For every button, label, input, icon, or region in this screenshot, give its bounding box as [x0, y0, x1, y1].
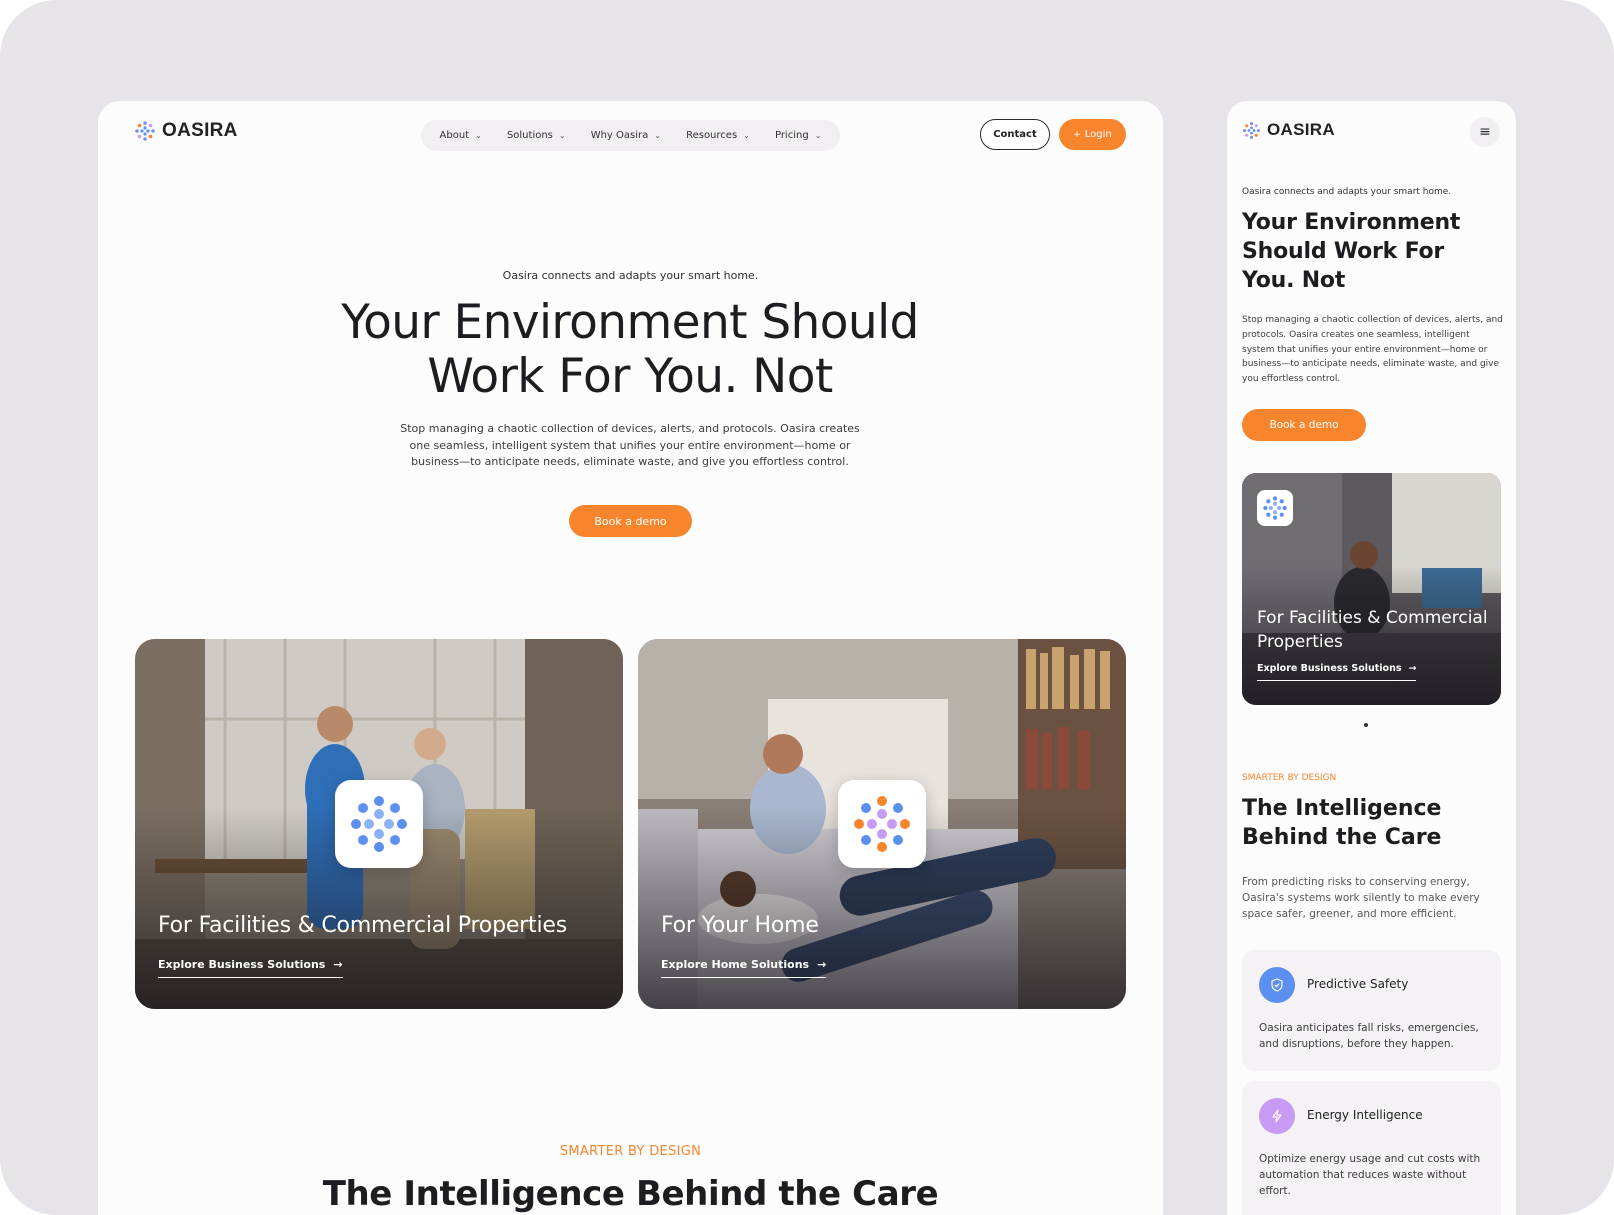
nav-label: Why Oasira: [590, 130, 649, 141]
oasira-color-icon: [854, 796, 910, 852]
section-eyebrow: SMARTER BY DESIGN: [559, 1144, 702, 1159]
explore-business-link[interactable]: Explore Business Solutions →: [158, 958, 343, 978]
nav-item-solutions[interactable]: Solutions ⌄: [507, 130, 566, 141]
hero-description: Stop managing a chaotic collection of de…: [1242, 315, 1503, 385]
feature-text: Oasira anticipates fall risks, emergenci…: [1259, 1022, 1479, 1050]
card-title: For Facilities & Commercial Properties: [158, 913, 567, 938]
link-label: Explore Home Solutions: [661, 958, 810, 971]
hero-title: Your Environment Should Work For You. No…: [1242, 210, 1461, 293]
nav-label: Pricing: [774, 130, 809, 141]
oasira-blue-icon: [351, 796, 407, 852]
app-tile: [1257, 490, 1293, 526]
feature-title: Predictive Safety: [1307, 977, 1409, 991]
nav-label: About: [439, 130, 470, 141]
login-button[interactable]: + Login: [1059, 119, 1126, 150]
nav-label: Solutions: [506, 130, 553, 141]
chevron-down-icon: ⌄: [814, 131, 822, 140]
card-title: For Facilities & Commercial Properties: [1257, 608, 1488, 652]
section-eyebrow: SMARTER BY DESIGN: [1242, 773, 1337, 783]
mobile-page: OASIRA ≡ Oasira connects and adapts your…: [1227, 101, 1516, 1215]
chevron-down-icon: ⌄: [654, 131, 661, 140]
hero-eyebrow: Oasira connects and adapts your smart ho…: [1242, 187, 1452, 197]
feature-text: Optimize energy usage and cut costs with…: [1259, 1153, 1481, 1197]
hero-description: Stop managing a chaotic collection of de…: [400, 422, 860, 468]
brand-wordmark: OASIRA: [1267, 120, 1335, 139]
login-label: Login: [1084, 129, 1112, 140]
feature-title: Energy Intelligence: [1307, 1108, 1423, 1122]
nav-item-about[interactable]: About ⌄: [440, 130, 482, 141]
section-description: From predicting risks to conserving ener…: [1242, 876, 1480, 920]
bolt-icon: [1259, 1098, 1295, 1134]
nav-item-resources[interactable]: Resources ⌄: [686, 130, 750, 141]
feature-card-predictive-safety: Predictive Safety Oasira anticipates fal…: [1242, 950, 1501, 1071]
book-demo-button[interactable]: Book a demo: [569, 505, 692, 537]
brand-wordmark: OASIRA: [162, 120, 238, 141]
main-nav: About ⌄ Solutions ⌄ Why Oasira ⌄ Resources ⌄…: [421, 120, 840, 151]
arrow-right-icon: →: [817, 958, 827, 971]
section-title: The Intelligence Behind the Care: [1242, 796, 1442, 850]
showcase-canvas: OASIRA About ⌄ Solutions ⌄ Why Oasira ⌄ Res…: [0, 0, 1614, 1215]
contact-button[interactable]: Contact: [980, 119, 1050, 150]
nav-label: Resources: [686, 130, 738, 141]
hero-title: Your Environment Should Work For You. No…: [341, 295, 919, 404]
nav-item-pricing[interactable]: Pricing ⌄: [775, 130, 821, 141]
home-card[interactable]: For Your Home Explore Home Solutions →: [638, 639, 1126, 1009]
carousel-dot[interactable]: [1364, 723, 1368, 727]
oasira-blue-icon: [1263, 496, 1287, 520]
feature-card-energy-intelligence: Energy Intelligence Optimize energy usag…: [1242, 1081, 1501, 1215]
hamburger-menu-icon[interactable]: ≡: [1470, 117, 1500, 147]
chevron-down-icon: ⌄: [475, 131, 482, 140]
logo-mark-icon: [135, 121, 155, 141]
explore-business-link[interactable]: Explore Business Solutions →: [1257, 663, 1417, 681]
app-tile: [335, 780, 423, 868]
arrow-right-icon: →: [333, 958, 343, 971]
hero-eyebrow: Oasira connects and adapts your smart ho…: [502, 269, 759, 282]
brand-logo[interactable]: OASIRA: [134, 120, 238, 142]
logo-mark-icon: [1243, 121, 1260, 139]
chevron-down-icon: ⌄: [558, 131, 566, 140]
link-label: Explore Business Solutions: [158, 958, 326, 971]
brand-logo[interactable]: OASIRA: [1242, 120, 1335, 140]
facilities-card[interactable]: For Facilities & Commercial Properties E…: [1242, 473, 1501, 705]
link-label: Explore Business Solutions: [1257, 663, 1402, 674]
desktop-page: OASIRA About ⌄ Solutions ⌄ Why Oasira ⌄ Res…: [98, 101, 1163, 1215]
section-title: The Intelligence Behind the Care: [322, 1174, 939, 1214]
nav-item-why-oasira[interactable]: Why Oasira ⌄: [591, 130, 661, 141]
plus-icon: +: [1073, 129, 1081, 140]
arrow-right-icon: →: [1408, 663, 1417, 674]
shield-icon: [1259, 967, 1295, 1003]
book-demo-button[interactable]: Book a demo: [1242, 409, 1366, 441]
app-tile: [838, 780, 926, 868]
chevron-down-icon: ⌄: [743, 131, 750, 140]
explore-home-link[interactable]: Explore Home Solutions →: [661, 958, 827, 978]
facilities-card[interactable]: For Facilities & Commercial Properties E…: [135, 639, 623, 1009]
card-title: For Your Home: [661, 913, 819, 938]
